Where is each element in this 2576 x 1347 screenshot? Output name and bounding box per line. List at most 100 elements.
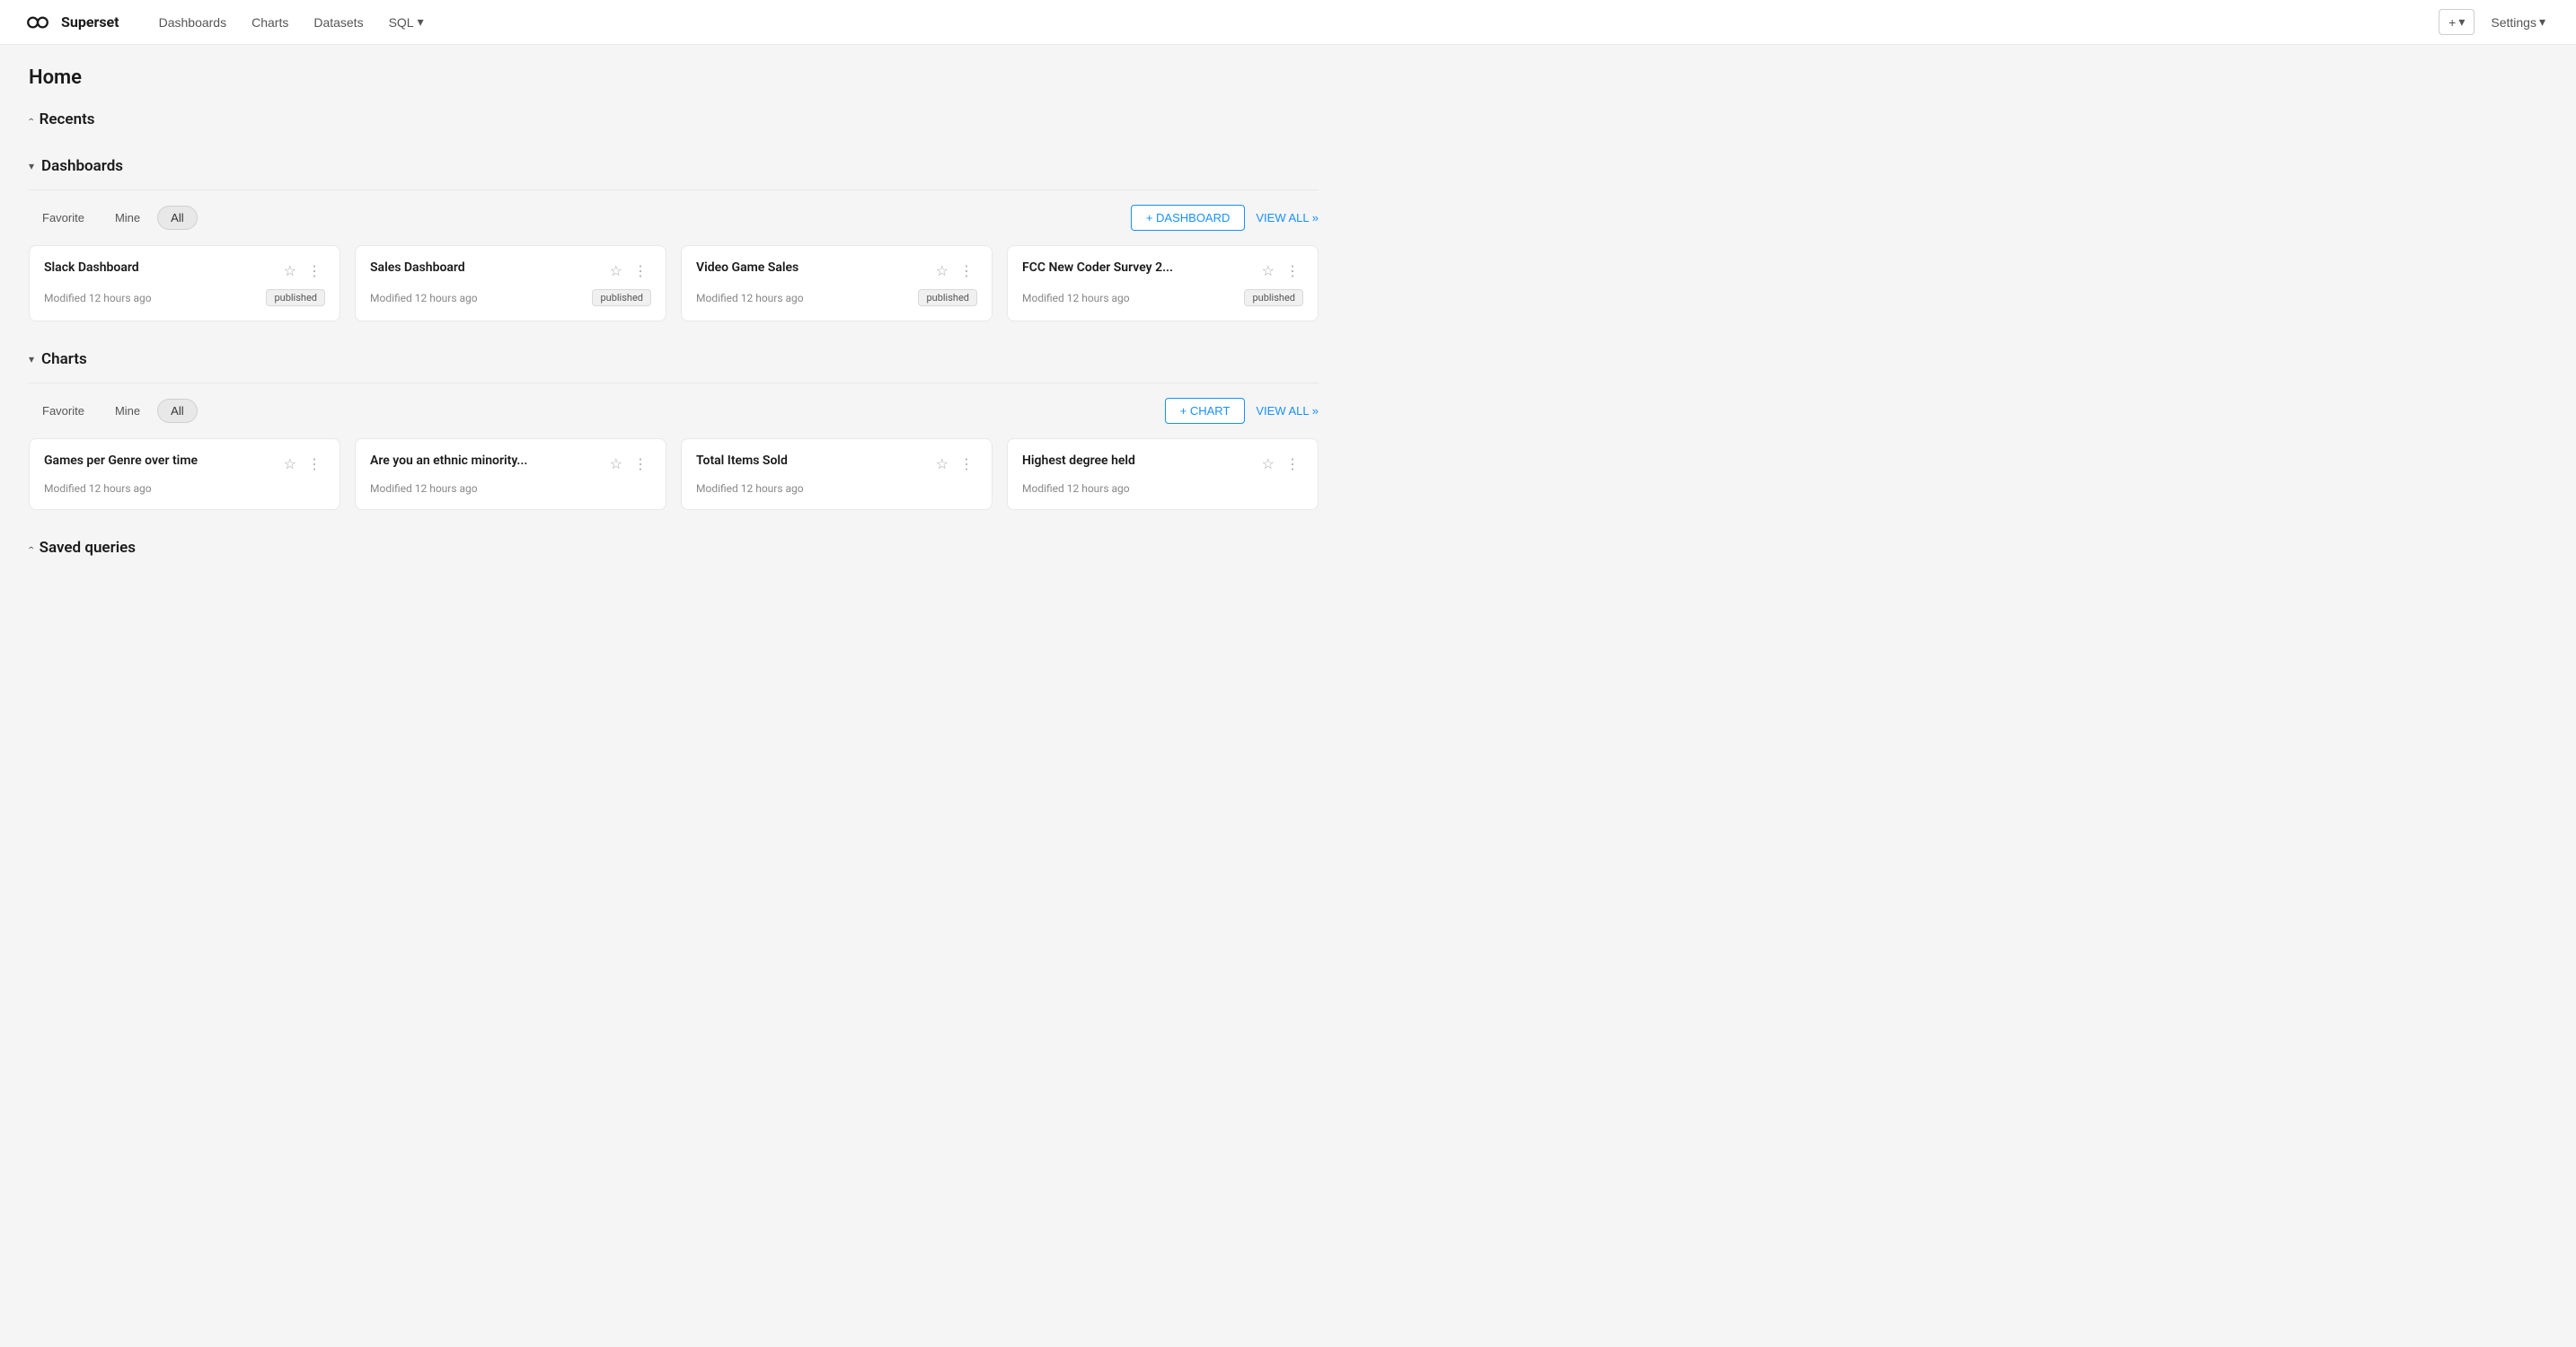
add-button[interactable]: + ▾ — [2439, 9, 2475, 35]
charts-actions: + CHART VIEW ALL » — [1165, 398, 1319, 424]
dashboard-card-2-published-badge: published — [918, 289, 977, 306]
charts-tab-mine[interactable]: Mine — [101, 399, 154, 423]
chart-card-2-footer: Modified 12 hours ago — [696, 482, 977, 495]
dashboard-card-2-meta: Modified 12 hours ago — [696, 292, 804, 304]
dashboard-card-0-footer: Modified 12 hours ago published — [44, 289, 325, 306]
nav-right: + ▾ Settings ▾ — [2439, 9, 2554, 35]
dashboards-title: Dashboards — [41, 157, 123, 175]
dashboard-card-1-header: Sales Dashboard ☆ ⋮ — [370, 260, 651, 282]
charts-title: Charts — [41, 350, 87, 368]
dashboard-card-2-actions: ☆ ⋮ — [932, 260, 977, 282]
dashboard-card-3-footer: Modified 12 hours ago published — [1022, 289, 1303, 306]
chart-card-2-favorite-icon[interactable]: ☆ — [932, 453, 952, 475]
dashboard-card-0-more-icon[interactable]: ⋮ — [304, 260, 325, 282]
dashboard-card-3-published-badge: published — [1244, 289, 1303, 306]
dashboards-tab-mine[interactable]: Mine — [101, 206, 154, 230]
chart-card-3-actions: ☆ ⋮ — [1258, 453, 1303, 475]
brand-logo-link[interactable]: Superset — [22, 13, 119, 32]
nav-charts[interactable]: Charts — [241, 10, 299, 35]
navbar: Superset Dashboards Charts Datasets SQL … — [0, 0, 2576, 45]
chart-card-2-actions: ☆ ⋮ — [932, 453, 977, 475]
chart-card-0-meta: Modified 12 hours ago — [44, 482, 152, 495]
dashboard-card-2-title: Video Game Sales — [696, 260, 932, 275]
nav-sql[interactable]: SQL ▾ — [378, 9, 435, 35]
dashboard-card-0[interactable]: Slack Dashboard ☆ ⋮ Modified 12 hours ag… — [29, 245, 340, 321]
dashboard-card-1-published-badge: published — [592, 289, 651, 306]
dashboard-card-1[interactable]: Sales Dashboard ☆ ⋮ Modified 12 hours ag… — [355, 245, 666, 321]
view-all-charts-button[interactable]: VIEW ALL » — [1256, 404, 1319, 418]
dashboard-card-3-header: FCC New Coder Survey 2... ☆ ⋮ — [1022, 260, 1303, 282]
chart-card-1-actions: ☆ ⋮ — [606, 453, 651, 475]
dashboard-card-2-more-icon[interactable]: ⋮ — [956, 260, 977, 282]
nav-dashboards[interactable]: Dashboards — [148, 10, 238, 35]
chart-card-0-footer: Modified 12 hours ago — [44, 482, 325, 495]
charts-tab-favorite[interactable]: Favorite — [29, 399, 98, 423]
dashboard-card-3-title: FCC New Coder Survey 2... — [1022, 260, 1258, 275]
dashboards-section: ▾ Dashboards Favorite Mine All + DASHBOA… — [29, 157, 1319, 321]
chart-card-1-meta: Modified 12 hours ago — [370, 482, 478, 495]
add-chart-button[interactable]: + CHART — [1165, 398, 1246, 424]
charts-cards-grid: Games per Genre over time ☆ ⋮ Modified 1… — [29, 438, 1319, 510]
dashboard-card-2-footer: Modified 12 hours ago published — [696, 289, 977, 306]
dashboards-actions: + DASHBOARD VIEW ALL » — [1131, 205, 1319, 231]
dashboards-section-header[interactable]: ▾ Dashboards — [29, 157, 1319, 175]
chart-card-3-more-icon[interactable]: ⋮ — [1282, 453, 1303, 475]
chart-card-2-meta: Modified 12 hours ago — [696, 482, 804, 495]
chart-card-0[interactable]: Games per Genre over time ☆ ⋮ Modified 1… — [29, 438, 340, 510]
dashboard-card-1-title: Sales Dashboard — [370, 260, 606, 275]
add-dashboard-button[interactable]: + DASHBOARD — [1131, 205, 1246, 231]
chart-card-0-header: Games per Genre over time ☆ ⋮ — [44, 453, 325, 475]
dashboard-card-3-favorite-icon[interactable]: ☆ — [1258, 260, 1278, 282]
dashboard-card-3[interactable]: FCC New Coder Survey 2... ☆ ⋮ Modified 1… — [1007, 245, 1319, 321]
chart-card-2-header: Total Items Sold ☆ ⋮ — [696, 453, 977, 475]
dashboard-card-1-actions: ☆ ⋮ — [606, 260, 651, 282]
dashboards-tab-all[interactable]: All — [157, 206, 197, 230]
dashboard-card-0-meta: Modified 12 hours ago — [44, 292, 152, 304]
settings-button[interactable]: Settings ▾ — [2482, 10, 2554, 34]
saved-queries-section-header[interactable]: › Saved queries — [29, 539, 1319, 557]
chart-card-0-title: Games per Genre over time — [44, 453, 280, 468]
charts-tab-all[interactable]: All — [157, 399, 197, 423]
settings-dropdown-icon: ▾ — [2539, 14, 2545, 30]
nav-links: Dashboards Charts Datasets SQL ▾ — [148, 9, 2439, 35]
recents-chevron-icon: › — [24, 118, 37, 121]
dashboard-card-0-header: Slack Dashboard ☆ ⋮ — [44, 260, 325, 282]
chart-card-2-more-icon[interactable]: ⋮ — [956, 453, 977, 475]
dashboard-card-3-meta: Modified 12 hours ago — [1022, 292, 1130, 304]
dashboards-tab-favorite[interactable]: Favorite — [29, 206, 98, 230]
chart-card-1-more-icon[interactable]: ⋮ — [630, 453, 651, 475]
chart-card-2[interactable]: Total Items Sold ☆ ⋮ Modified 12 hours a… — [681, 438, 992, 510]
chart-card-3-meta: Modified 12 hours ago — [1022, 482, 1130, 495]
chart-card-3-favorite-icon[interactable]: ☆ — [1258, 453, 1278, 475]
dashboards-filter-tabs: Favorite Mine All — [29, 206, 198, 230]
chart-card-1-title: Are you an ethnic minority... — [370, 453, 606, 468]
charts-section: ▾ Charts Favorite Mine All + CHART VIEW … — [29, 350, 1319, 510]
dashboard-card-0-favorite-icon[interactable]: ☆ — [280, 260, 300, 282]
recents-section: › Recents — [29, 110, 1319, 128]
charts-filter-bar: Favorite Mine All + CHART VIEW ALL » — [29, 398, 1319, 424]
charts-section-header[interactable]: ▾ Charts — [29, 350, 1319, 368]
chart-card-3-header: Highest degree held ☆ ⋮ — [1022, 453, 1303, 475]
charts-filter-tabs: Favorite Mine All — [29, 399, 198, 423]
recents-section-header[interactable]: › Recents — [29, 110, 1319, 128]
dashboard-card-2[interactable]: Video Game Sales ☆ ⋮ Modified 12 hours a… — [681, 245, 992, 321]
dashboard-card-0-actions: ☆ ⋮ — [280, 260, 325, 282]
chart-card-1[interactable]: Are you an ethnic minority... ☆ ⋮ Modifi… — [355, 438, 666, 510]
dashboard-card-3-more-icon[interactable]: ⋮ — [1282, 260, 1303, 282]
chart-card-0-favorite-icon[interactable]: ☆ — [280, 453, 300, 475]
saved-queries-title: Saved queries — [40, 539, 136, 557]
chart-card-1-favorite-icon[interactable]: ☆ — [606, 453, 626, 475]
nav-datasets[interactable]: Datasets — [303, 10, 374, 35]
dashboard-card-2-favorite-icon[interactable]: ☆ — [932, 260, 952, 282]
dashboard-card-1-favorite-icon[interactable]: ☆ — [606, 260, 626, 282]
chart-card-3-title: Highest degree held — [1022, 453, 1258, 468]
dashboard-card-2-header: Video Game Sales ☆ ⋮ — [696, 260, 977, 282]
dashboard-card-1-more-icon[interactable]: ⋮ — [630, 260, 651, 282]
dashboards-filter-bar: Favorite Mine All + DASHBOARD VIEW ALL » — [29, 205, 1319, 231]
superset-logo-icon — [22, 13, 54, 32]
dashboard-card-0-published-badge: published — [266, 289, 325, 306]
chart-card-3[interactable]: Highest degree held ☆ ⋮ Modified 12 hour… — [1007, 438, 1319, 510]
view-all-dashboards-button[interactable]: VIEW ALL » — [1256, 211, 1319, 224]
chart-card-3-footer: Modified 12 hours ago — [1022, 482, 1303, 495]
chart-card-0-more-icon[interactable]: ⋮ — [304, 453, 325, 475]
